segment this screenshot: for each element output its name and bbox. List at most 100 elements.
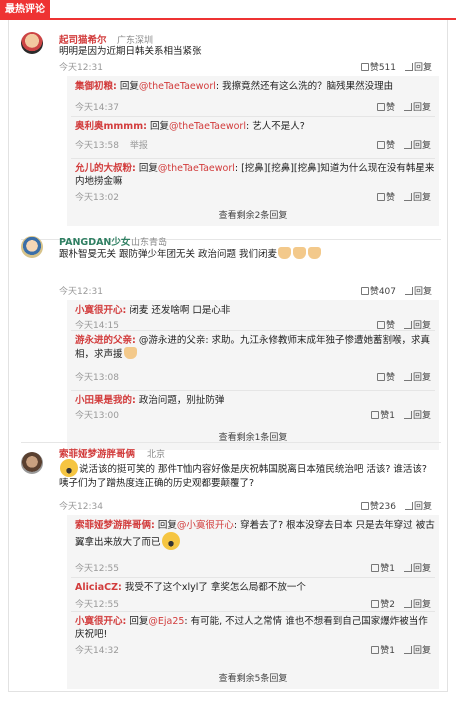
reply-icon: [403, 373, 412, 381]
like-button[interactable]: 赞407: [360, 284, 396, 297]
reply-button[interactable]: 回复: [403, 408, 431, 421]
surprised-emoji-icon: [60, 459, 78, 477]
reply-text: 小寞很开心: 闭麦 还发啥啊 口是心非: [75, 305, 231, 316]
reply-icon: [403, 321, 412, 329]
reply-meta: 今天13:58 举报 赞 回复: [75, 138, 435, 151]
avatar[interactable]: [21, 236, 43, 258]
reply-time: 今天13:02: [75, 193, 119, 203]
thumbs-up-icon: [371, 600, 380, 608]
reply-button[interactable]: 回复: [403, 597, 431, 610]
reply-time: 今天13:58: [75, 141, 119, 151]
avatar[interactable]: [21, 32, 43, 54]
reply-time: 今天14:37: [75, 103, 119, 113]
comment-meta: 今天12:31 赞511 回复: [59, 60, 434, 73]
reply-text: 索菲娅梦游胖哥俩: 回复@小寞很开心: 穿着去了? 根本没穿去日本 只是去年穿过…: [75, 520, 435, 550]
avatar[interactable]: [21, 452, 43, 474]
reply-icon: [403, 193, 412, 201]
like-button[interactable]: 赞: [376, 100, 395, 113]
thumbs-up-icon: [371, 646, 380, 654]
like-button[interactable]: 赞511: [360, 60, 396, 73]
reply-item: 集御初粮: 回复@theTaeTaeworl: 我擦竟然还有这么洗的？脑残果然没…: [67, 76, 439, 116]
reply-text: 游永进的父亲: @游永进的父亲: 求助。九江永修教师末成年独子惨遭她蓄割喉，求真…: [75, 335, 431, 360]
reply-item: 小田果是我的: 政治问题，别扯防弹 今天13:00 赞1 回复: [67, 390, 439, 422]
reply-item: 奥利奥mmmm: 回复@theTaeTaeworl: 艺人不是人? 今天13:5…: [67, 116, 439, 158]
reply-button[interactable]: 回复: [403, 370, 431, 383]
tab-hot-comments[interactable]: 最热评论: [0, 0, 50, 20]
comment-username[interactable]: 索菲娅梦游胖哥俩: [59, 446, 135, 460]
comment-meta: 今天12:31 赞407 回复: [59, 284, 434, 297]
reply-time: 今天14:32: [75, 646, 119, 656]
like-button[interactable]: 赞1: [371, 408, 395, 421]
like-button[interactable]: 赞: [376, 190, 395, 203]
thumbs-up-icon: [376, 373, 385, 381]
thumbs-up-icon: [360, 502, 369, 510]
thumbs-up-icon: [371, 564, 380, 572]
comment-username[interactable]: 起司猫希尔: [59, 32, 107, 46]
reply-text: 奥利奥mmmm: 回复@theTaeTaeworl: 艺人不是人?: [75, 121, 305, 132]
reply-icon: [404, 287, 413, 295]
like-button[interactable]: 赞1: [371, 643, 395, 656]
comment-username[interactable]: PANGDAN少女: [59, 234, 130, 248]
thumbs-up-icon: [376, 193, 385, 201]
reply-item: AliciaCZ: 我受不了这个xlyl了 拿奖怎么局都不放一个 今天12:55…: [67, 577, 439, 611]
reply-meta: 今天13:08 赞 回复: [75, 370, 435, 383]
reply-meta: 今天14:37 赞 回复: [75, 100, 435, 113]
like-button[interactable]: 赞: [376, 370, 395, 383]
reply-icon: [403, 141, 412, 149]
reply-button[interactable]: 回复: [404, 60, 432, 73]
hands-emoji-icon: [293, 247, 307, 259]
report-link[interactable]: 举报: [130, 141, 148, 151]
thumbs-up-icon: [360, 63, 369, 71]
reply-icon: [403, 600, 412, 608]
reply-item: 允儿的大叔粉: 回复@theTaeTaeworl: [挖鼻][挖鼻][挖鼻]知道…: [67, 158, 439, 203]
reply-button[interactable]: 回复: [403, 100, 431, 113]
reply-item: 小寞很开心: 闭麦 还发啥啊 口是心非 今天14:15 赞 回复: [67, 300, 439, 331]
surprised-emoji-icon: [161, 532, 180, 550]
comment-panel: 起司猫希尔 广东深圳 明明是因为近期日韩关系相当紧张 今天12:31 赞511 …: [8, 20, 448, 692]
like-button[interactable]: 赞: [376, 138, 395, 151]
reply-icon: [403, 646, 412, 654]
reply-icon: [403, 411, 412, 419]
view-more-replies-button[interactable]: 查看剩余2条回复: [67, 208, 439, 221]
like-button[interactable]: 赞2: [371, 597, 395, 610]
reply-text: 允儿的大叔粉: 回复@theTaeTaeworl: [挖鼻][挖鼻][挖鼻]知道…: [75, 163, 435, 187]
hands-emoji-icon: [123, 347, 137, 359]
like-button[interactable]: 赞236: [360, 499, 396, 512]
reply-button[interactable]: 回复: [403, 138, 431, 151]
comment-time: 今天12:31: [59, 287, 103, 297]
reply-item: 游永进的父亲: @游永进的父亲: 求助。九江永修教师末成年独子惨遭她蓄割喉，求真…: [67, 330, 439, 390]
view-more-replies-button[interactable]: 查看剩余5条回复: [67, 671, 439, 684]
comment-text: 明明是因为近期日韩关系相当紧张: [59, 46, 202, 57]
comment-time: 今天12:31: [59, 63, 103, 73]
tab-bar: 最热评论: [0, 0, 456, 20]
reply-icon: [403, 103, 412, 111]
reply-time: 今天13:08: [75, 373, 119, 383]
reply-text: 集御初粮: 回复@theTaeTaeworl: 我擦竟然还有这么洗的？脑残果然没…: [75, 81, 394, 92]
reply-text: 小田果是我的: 政治问题，别扯防弹: [75, 395, 225, 406]
comment-text: 说活该的挺可笑的 那件T恤内容好像是庆祝韩国脱离日本殖民统治吧 活该? 谁活该?…: [59, 459, 427, 490]
thumbs-up-icon: [376, 141, 385, 149]
reply-button[interactable]: 回复: [403, 561, 431, 574]
reply-icon: [404, 502, 413, 510]
thumbs-up-icon: [376, 103, 385, 111]
reply-time: 今天13:00: [75, 411, 119, 421]
reply-meta: 今天12:55 赞1 回复: [75, 561, 435, 574]
reply-time: 今天12:55: [75, 564, 119, 574]
divider: [21, 442, 441, 443]
hands-emoji-icon: [308, 247, 322, 259]
reply-box: 小寞很开心: 闭麦 还发啥啊 口是心非 今天14:15 赞 回复 游永进的父亲:…: [67, 300, 439, 450]
hands-emoji-icon: [278, 247, 292, 259]
reply-button[interactable]: 回复: [403, 190, 431, 203]
reply-meta: 今天13:00 赞1 回复: [75, 408, 435, 421]
reply-meta: 今天14:32 赞1 回复: [75, 643, 435, 656]
reply-box: 索菲娅梦游胖哥俩: 回复@小寞很开心: 穿着去了? 根本没穿去日本 只是去年穿过…: [67, 515, 439, 689]
comment-text: 跟朴智旻无关 跟防弹少年团无关 政治问题 我们闭麦: [59, 247, 434, 261]
thumbs-up-icon: [376, 321, 385, 329]
reply-text: AliciaCZ: 我受不了这个xlyl了 拿奖怎么局都不放一个: [75, 582, 306, 593]
reply-button[interactable]: 回复: [404, 284, 432, 297]
reply-button[interactable]: 回复: [403, 643, 431, 656]
reply-meta: 今天14:15 赞 回复: [75, 318, 435, 331]
like-button[interactable]: 赞1: [371, 561, 395, 574]
thumbs-up-icon: [371, 411, 380, 419]
reply-button[interactable]: 回复: [404, 499, 432, 512]
